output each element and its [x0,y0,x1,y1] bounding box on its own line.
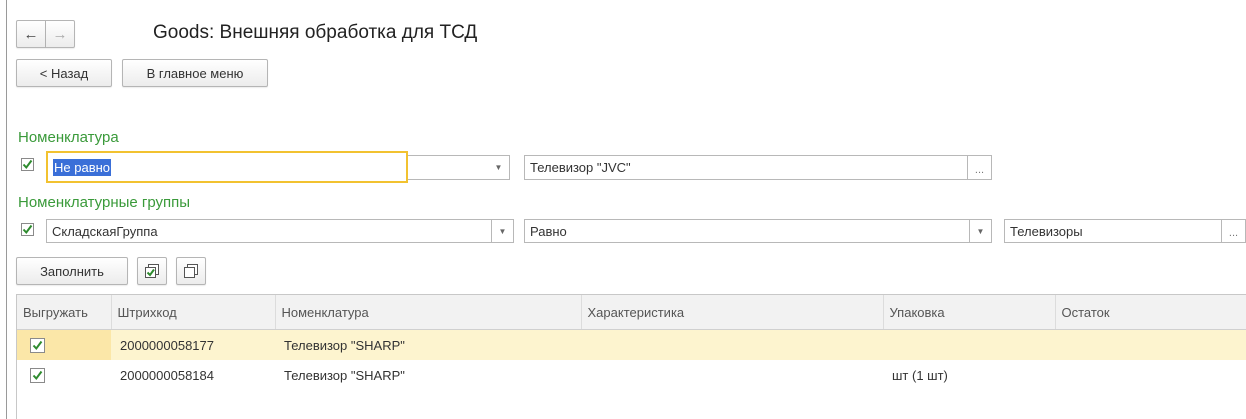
fill-button[interactable]: Заполнить [16,257,128,285]
section-nomenclature-groups: Номенклатурные группы [18,194,191,211]
nomenclature-filter-checkbox[interactable] [21,158,34,171]
column-header-balance[interactable]: Остаток [1055,295,1246,330]
condition-selected-text: Не равно [53,158,112,176]
back-arrow-button[interactable]: ← [16,20,46,48]
groups-field-dropdown-button[interactable]: ▼ [492,219,514,243]
balance-cell [1055,360,1246,390]
package-cell: шт (1 шт) [892,367,948,383]
arrow-left-icon: ← [23,25,39,43]
column-header-package[interactable]: Упаковка [883,295,1056,330]
balance-cell [1055,329,1246,360]
condition-dropdown-button[interactable]: ▼ [488,155,510,180]
row-export-checkbox[interactable] [30,367,45,383]
barcode-cell: 2000000058177 [111,329,275,360]
groups-field-select[interactable]: СкладскаяГруппа [46,219,492,243]
window-frame [6,0,7,419]
chevron-down-icon: ▼ [976,226,985,236]
column-header-export[interactable]: Выгружать [17,295,112,330]
nav-buttons: ← → [16,20,75,48]
characteristic-cell [581,329,883,360]
nomenclature-value-field[interactable]: Телевизор "JVC" [524,155,968,180]
back-button[interactable]: < Назад [16,59,112,87]
forward-arrow-button[interactable]: → [46,20,75,48]
check-all-button[interactable] [137,257,167,285]
table-row[interactable]: 2000000058177 Телевизор "SHARP" [17,329,1246,360]
nomenclature-cell: Телевизор "SHARP" [275,329,581,360]
groups-filter-checkbox[interactable] [21,223,34,236]
export-cell[interactable] [17,329,111,360]
groups-condition-dropdown-button[interactable]: ▼ [970,219,992,243]
groups-value-field[interactable]: Телевизоры [1004,219,1222,243]
checkmark-icon [32,370,43,380]
checkmark-icon [22,159,33,170]
chevron-down-icon: ▼ [494,163,503,172]
section-nomenclature: Номенклатура [18,129,119,146]
row-export-checkbox[interactable] [30,337,45,353]
export-cell[interactable] [17,360,111,390]
condition-field-border [408,155,488,180]
groups-condition-select[interactable]: Равно [524,219,970,243]
uncheck-all-icon [184,264,198,278]
window-title: Goods: Внешняя обработка для ТСД [153,22,478,43]
column-header-nomenclature[interactable]: Номенклатура [275,295,582,330]
checkmark-icon [32,340,43,350]
column-header-barcode[interactable]: Штрихкод [111,295,276,330]
nomenclature-select-button[interactable]: ... [968,155,992,180]
table-row[interactable]: 2000000058184 Телевизор "SHARP" шт (1 шт… [17,360,1246,390]
characteristic-cell [581,360,883,390]
chevron-down-icon: ▼ [498,226,507,236]
package-cell [883,329,1055,360]
check-all-icon [145,264,159,278]
barcode-cell: 2000000058184 [120,367,214,383]
nomenclature-cell: Телевизор "SHARP" [284,367,405,383]
arrow-right-icon: → [52,25,68,43]
table-header-row: Выгружать Штрихкод Номенклатура Характер… [17,295,1246,330]
uncheck-all-button[interactable] [176,257,206,285]
column-header-characteristic[interactable]: Характеристика [581,295,884,330]
main-menu-button[interactable]: В главное меню [122,59,268,87]
checkmark-icon [22,224,33,235]
groups-select-button[interactable]: ... [1222,219,1246,243]
goods-table: Выгружать Штрихкод Номенклатура Характер… [16,294,1246,419]
